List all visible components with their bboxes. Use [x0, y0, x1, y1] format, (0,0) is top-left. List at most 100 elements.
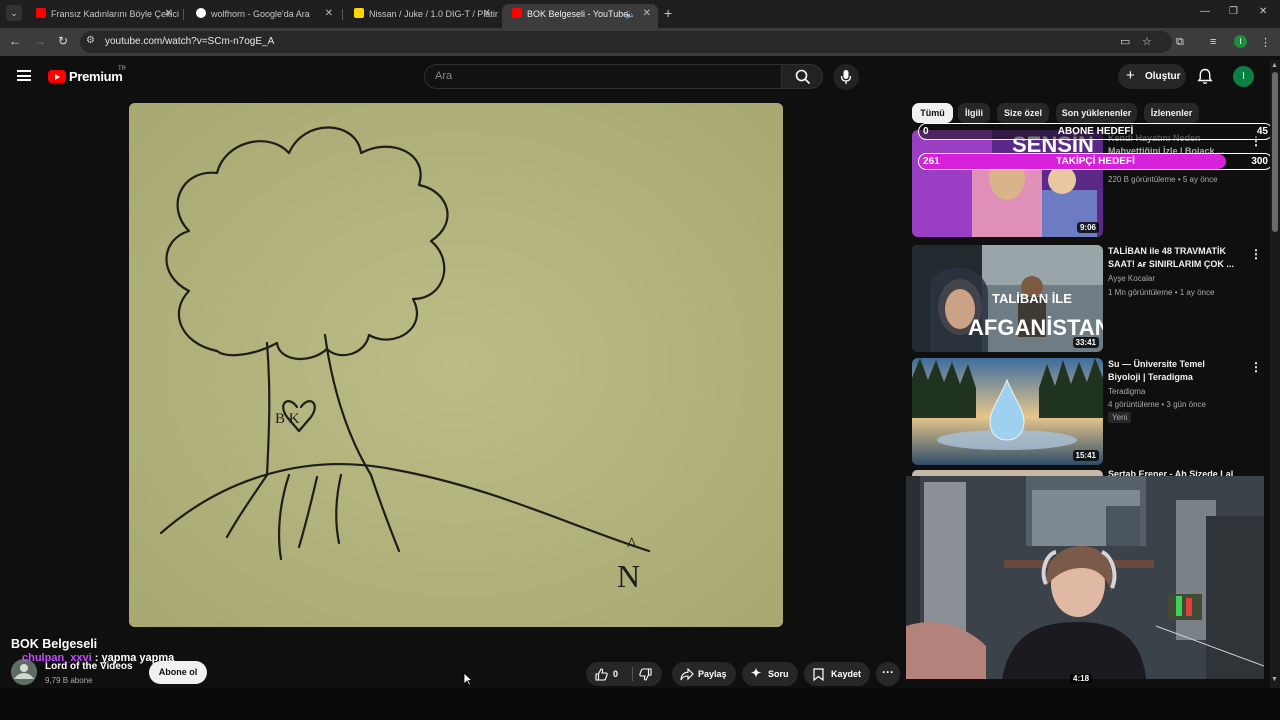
video-frame-drawing: B K N ^ — [129, 103, 783, 627]
audio-playing-icon[interactable]: 🔈 — [625, 4, 636, 24]
guide-menu-icon[interactable] — [17, 70, 31, 81]
rec-kebab-icon[interactable]: ⋮ — [1250, 247, 1262, 261]
water-drop-thumbnail-image — [912, 358, 1103, 465]
close-window-icon[interactable]: ✕ — [1259, 6, 1267, 17]
browser-tab-2[interactable]: wolfhorn - Google'da Ara ✕ — [186, 4, 340, 28]
save-label: Kaydet — [831, 669, 862, 679]
subscribe-button[interactable]: Abone ol — [149, 661, 207, 684]
rec-thumbnail-1[interactable]: SENSİN 9:06 — [912, 130, 1103, 237]
minimize-window-icon[interactable]: — — [1200, 6, 1210, 17]
subscriber-goal-bar: 0 ABONE HEDEFİ 45 — [918, 123, 1273, 140]
reload-icon[interactable]: ↻ — [58, 34, 68, 48]
rec-kebab-icon[interactable]: ⋮ — [1250, 360, 1262, 374]
video-title: BOK Belgeseli — [11, 637, 98, 651]
rec-meta-3: 4 görüntüleme • 3 gün önce — [1108, 400, 1206, 409]
sparkle-icon: ✦ — [751, 666, 762, 680]
rec-meta-2: 1 Mn görüntüleme • 1 ay önce — [1108, 288, 1215, 297]
account-avatar[interactable]: I — [1233, 66, 1254, 87]
drawn-letter-n: N — [617, 558, 640, 594]
like-thumb-icon[interactable] — [595, 668, 608, 681]
taskbar-strip — [0, 688, 1280, 720]
rec-title-2[interactable]: TALİBAN ile 48 TRAVMATİK SAAT! ᴀғ SINIRL… — [1108, 245, 1236, 271]
more-actions-icon[interactable]: ··· — [876, 662, 900, 686]
rec-duration: 4:18 — [1070, 674, 1093, 683]
subscriber-count: 9,79 B abone — [45, 676, 93, 685]
video-player[interactable]: B K N ^ — [129, 103, 783, 627]
voice-search-button[interactable] — [833, 64, 859, 90]
follower-goal-label: TAKİPÇİ HEDEFİ — [1056, 156, 1135, 167]
chip-for-you[interactable]: Size özel — [997, 103, 1049, 123]
bookmark-star-icon[interactable]: ☆ — [1142, 35, 1152, 48]
browser-tab-3[interactable]: Nissan / Juke / 1.0 DIG-T / Platin ✕ — [344, 4, 498, 28]
restore-window-icon[interactable]: ❐ — [1229, 6, 1238, 17]
rec-channel-3[interactable]: Teradigma — [1108, 387, 1145, 396]
dislike-thumb-icon[interactable] — [639, 668, 652, 681]
rec-channel-2[interactable]: Ayşe Kocalar — [1108, 274, 1155, 283]
ask-button[interactable]: ✦ Soru — [742, 662, 798, 686]
chip-related[interactable]: İlgili — [958, 103, 990, 123]
search-button[interactable] — [781, 64, 823, 89]
rec-duration: 33:41 — [1072, 337, 1099, 348]
youtube-logo-icon[interactable] — [48, 70, 66, 83]
share-button[interactable]: Paylaş — [672, 662, 736, 686]
browser-tab-title: wolfhorn - Google'da Ara — [211, 9, 310, 19]
rec-thumbnail-text: TALİBAN İLE — [992, 291, 1072, 306]
rec-title-3[interactable]: Su — Üniversite Temel Biyoloji | Teradig… — [1108, 358, 1236, 384]
chip-watched[interactable]: İzlenenler — [1144, 103, 1199, 123]
close-tab-icon[interactable]: ✕ — [483, 4, 491, 24]
save-button[interactable]: Kaydet — [804, 662, 870, 686]
country-code: TR — [118, 66, 126, 72]
youtube-favicon-icon — [512, 8, 522, 18]
tab-search-button[interactable]: ⌄ — [6, 5, 22, 21]
close-tab-icon[interactable]: ✕ — [325, 4, 333, 24]
chip-all[interactable]: Tümü — [912, 103, 953, 123]
chat-username: chulpan_xxvi — [22, 652, 92, 664]
bookmark-icon — [813, 668, 824, 681]
chip-recently-uploaded[interactable]: Son yüklenenler — [1056, 103, 1137, 123]
browser-tab-title: Fransız Kadınlarını Böyle Çekici — [51, 9, 180, 19]
back-arrow-icon[interactable]: ← — [9, 34, 21, 48]
close-tab-icon[interactable]: ✕ — [165, 4, 173, 24]
address-bar[interactable]: ⚙ youtube.com/watch?v=SCm-n7ogE_A ▭ ☆ — [80, 31, 1172, 53]
cast-icon[interactable]: ▭ — [1120, 35, 1130, 48]
subscriber-goal-label: ABONE HEDEFİ — [1057, 126, 1134, 137]
page-scrollbar[interactable]: ▲ ▼ — [1270, 60, 1280, 688]
rec-meta-1: 220 B görüntüleme • 5 ay önce — [1108, 175, 1218, 184]
search-input[interactable] — [435, 70, 755, 82]
extensions-puzzle-icon[interactable]: ⧉ — [1176, 36, 1184, 49]
media-controls-icon[interactable]: ≡ — [1210, 36, 1216, 48]
rec-duration: 15:41 — [1072, 450, 1099, 461]
scroll-down-arrow-icon[interactable]: ▼ — [1271, 676, 1278, 683]
sahibinden-favicon-icon — [354, 8, 364, 18]
browser-profile-avatar[interactable]: I — [1234, 35, 1247, 48]
close-tab-icon[interactable]: ✕ — [643, 4, 651, 24]
afghanistan-thumbnail-image: TALİBAN İLE AFGANİSTAN — [912, 245, 1103, 352]
carved-initials: B K — [275, 411, 300, 427]
premium-logo-text[interactable]: Premium — [69, 69, 123, 84]
browser-tab-1[interactable]: Fransız Kadınlarını Böyle Çekici ✕ — [26, 4, 180, 28]
like-divider — [632, 667, 633, 681]
mouse-cursor-icon — [463, 672, 473, 686]
chat-message-text: : yapma yapma — [94, 652, 175, 664]
forward-arrow-icon[interactable]: → — [34, 34, 46, 48]
youtube-favicon-icon — [36, 8, 46, 18]
create-button[interactable]: + Oluştur — [1118, 64, 1186, 89]
notifications-bell-icon[interactable] — [1197, 68, 1213, 85]
browser-menu-kebab-icon[interactable]: ⋮ — [1260, 36, 1271, 49]
browser-toolbar: ← → ↻ ⚙ youtube.com/watch?v=SCm-n7ogE_A … — [0, 28, 1280, 56]
rec-thumbnail-3[interactable]: 15:41 — [912, 358, 1103, 465]
rec-thumbnail-2[interactable]: TALİBAN İLE AFGANİSTAN 33:41 — [912, 245, 1103, 352]
browser-tab-strip: ⌄ Fransız Kadınlarını Böyle Çekici ✕ wol… — [0, 0, 1280, 28]
follower-goal-bar: 261 TAKİPÇİ HEDEFİ 300 — [918, 153, 1273, 170]
scrollbar-thumb[interactable] — [1272, 72, 1278, 232]
browser-tab-4-active[interactable]: BOK Belgeseli - YouTube 🔈 ✕ — [502, 4, 658, 28]
site-info-icon[interactable]: ⚙ — [86, 35, 95, 46]
bojack-thumbnail-image: SENSİN — [912, 130, 1103, 237]
scroll-up-arrow-icon[interactable]: ▲ — [1271, 62, 1278, 69]
tab-divider — [342, 9, 343, 20]
create-button-label: Oluştur — [1145, 71, 1181, 82]
stream-chat-message: chulpan_xxvi : yapma yapma — [22, 652, 174, 664]
webcam-feed-image — [906, 476, 1264, 679]
new-tab-plus-icon[interactable]: + — [664, 5, 672, 21]
like-count[interactable]: 0 — [613, 669, 618, 679]
